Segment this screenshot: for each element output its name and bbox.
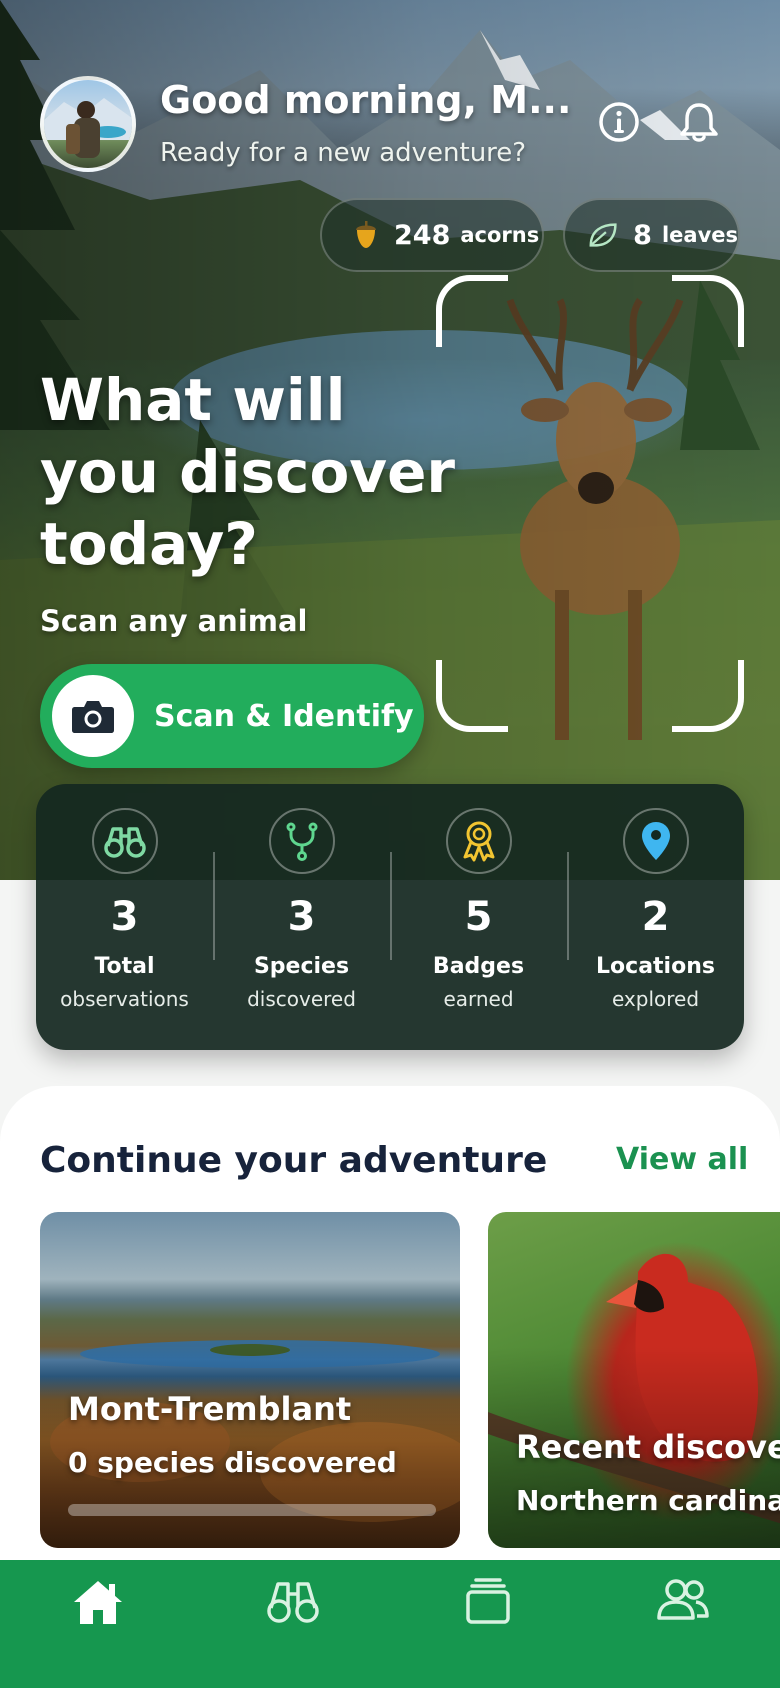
stat-badges-earned[interactable]: 5 Badges earned [390,784,567,1050]
hero-subline: Scan any animal [40,604,308,638]
bell-icon[interactable] [677,100,721,144]
scan-identify-button[interactable]: Scan & Identify [40,664,424,768]
adventure-card-mont-tremblant[interactable]: Mont-Tremblant 0 species discovered [40,1212,460,1548]
scan-frame-corner [672,660,744,732]
nav-community[interactable] [585,1560,780,1688]
greeting-subtitle: Ready for a new adventure? [160,138,527,168]
hero-headline: What will you discover today? [40,366,456,578]
stat-label: Badges [432,954,525,979]
stat-value: 5 [464,894,493,940]
stat-species-discovered[interactable]: 3 Species discovered [213,784,390,1050]
stat-sublabel: discovered [247,987,356,1011]
card-title: Recent discover [516,1428,780,1466]
stats-card: 3 Total observations 3 Species discovere… [36,784,744,1050]
binoculars-icon [91,808,158,874]
nav-explore[interactable] [195,1560,390,1688]
progress-bar [68,1504,436,1516]
stat-label: Locations [596,954,715,979]
binoculars-icon [266,1582,319,1623]
stat-sublabel: earned [443,987,514,1011]
stat-total-observations[interactable]: 3 Total observations [36,784,213,1050]
section-title: Continue your adventure [40,1140,548,1181]
card-subtitle: Northern cardinal [516,1484,780,1517]
leaf-icon [589,223,617,247]
leaves-label: leaves [661,223,738,247]
acorns-value: 248 [394,219,451,251]
acorn-icon [356,221,376,248]
leaves-value: 8 [633,219,652,251]
view-all-link[interactable]: View all [616,1142,748,1177]
avatar[interactable] [40,76,136,172]
scan-frame-corner [436,275,508,347]
card-title: Mont-Tremblant [68,1390,352,1428]
greeting-text: Good morning, M... [160,78,572,122]
scan-frame-corner [436,660,508,732]
stat-label: Total [94,954,155,979]
home-icon [73,1581,122,1624]
nav-home[interactable] [0,1560,195,1688]
scan-identify-label: Scan & Identify [154,698,414,734]
scan-frame-corner [672,275,744,347]
stat-locations-explored[interactable]: 2 Locations explored [567,784,744,1050]
adventure-card-recent-discovery[interactable]: Recent discover Northern cardinal [488,1212,780,1548]
acorns-counter[interactable]: 248 acorns [320,198,544,272]
leaves-counter[interactable]: 8 leaves [563,198,740,272]
stat-value: 3 [110,894,139,940]
community-icon [656,1579,709,1620]
hero-section: Good morning, M... Ready for a new adven… [0,0,780,880]
stat-sublabel: observations [60,987,189,1011]
location-pin-icon [622,808,689,874]
stat-value: 3 [287,894,316,940]
stat-value: 2 [641,894,670,940]
acorns-label: acorns [460,223,540,247]
bottom-nav [0,1560,780,1688]
stethoscope-icon [268,808,335,874]
badge-icon [445,808,512,874]
stat-sublabel: explored [611,987,700,1011]
info-icon[interactable] [597,100,641,144]
nav-collection[interactable] [390,1560,585,1688]
card-subtitle: 0 species discovered [68,1446,397,1479]
stat-label: Species [253,954,350,979]
collection-icon [465,1578,510,1624]
camera-icon [52,675,134,757]
